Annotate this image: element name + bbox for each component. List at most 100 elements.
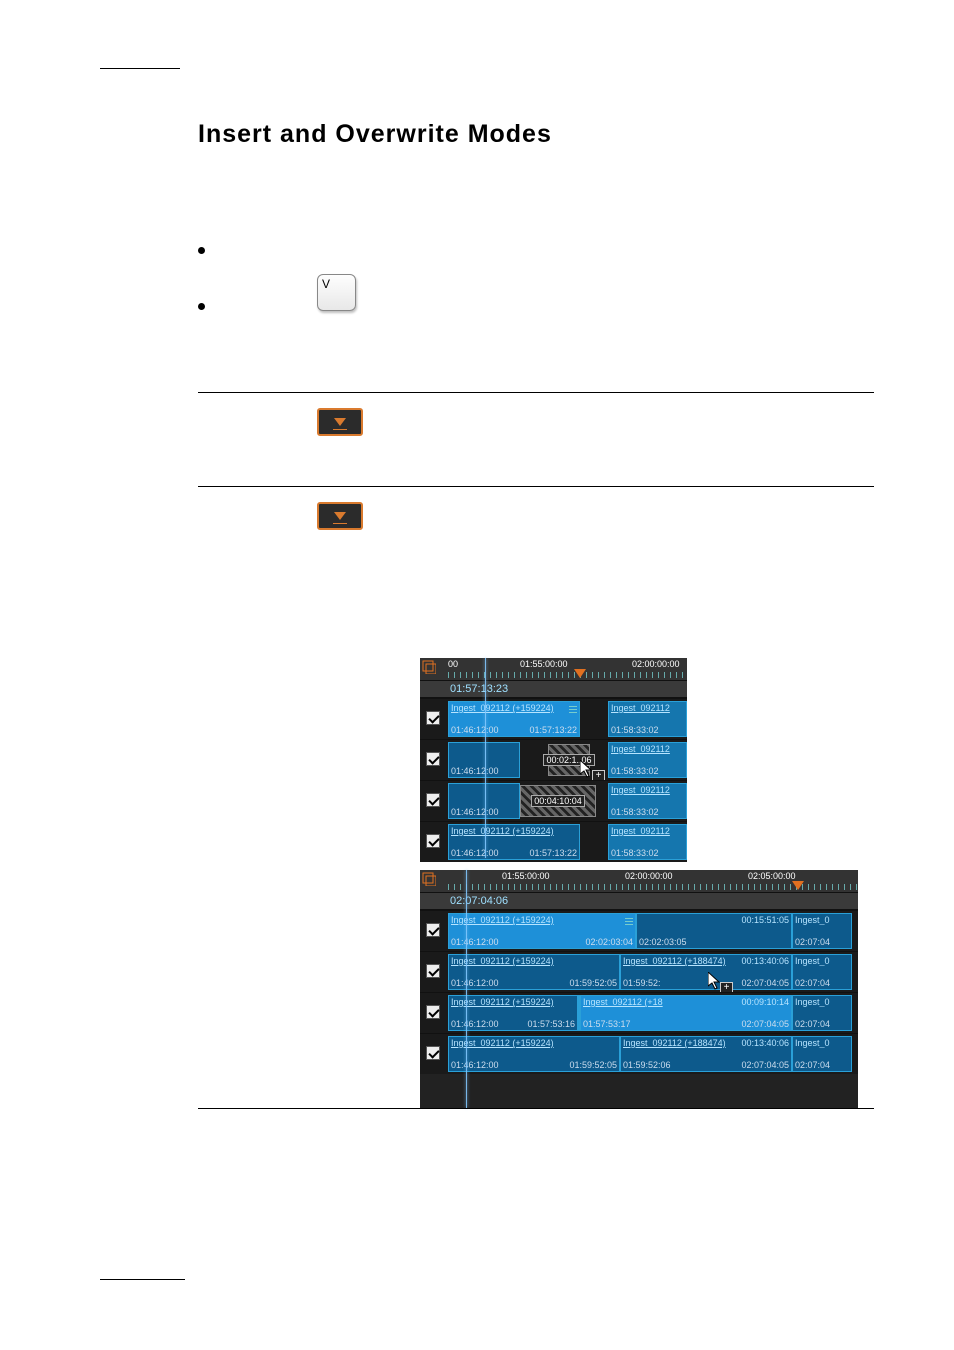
track-enable-checkbox[interactable] — [426, 1046, 440, 1060]
track-enable-checkbox[interactable] — [426, 964, 440, 978]
clip-name: Ingest_0 — [795, 1038, 849, 1048]
clip[interactable]: Ingest_002:07:04 — [792, 954, 852, 990]
clip[interactable]: Ingest_092112 (+188474)00:13:40:0601:59:… — [620, 954, 792, 990]
time-ruler: 01:55:00:00 02:00:00:00 02:05:00:00 — [420, 870, 858, 893]
timeline-track: Ingest_092112 (+159224)01:46:12:0001:57:… — [420, 992, 858, 1033]
clip[interactable]: Ingest_092112 (+159224)01:46:12:0001:59:… — [448, 954, 620, 990]
clip-in-tc: 01:58:33:02 — [611, 807, 659, 817]
clip[interactable]: Ingest_092112 (+159224) 01:46:12:00 01:57:… — [448, 701, 580, 737]
clip-in-tc: 01:59:52: — [623, 978, 661, 988]
clip[interactable]: Ingest_09211201:58:33:02 — [608, 783, 687, 819]
overwrite-mode-icon — [317, 502, 363, 530]
clip[interactable]: 01:46:12:00 — [448, 783, 520, 819]
clip-in-tc: 01:46:12:00 — [451, 1019, 499, 1029]
clip[interactable]: 00:15:51:05 02:02:03:05 — [636, 913, 792, 949]
clip[interactable]: Ingest_092112 (+159224)01:46:12:0001:57:… — [448, 995, 578, 1031]
clip-duration: 00:13:40:06 — [741, 956, 789, 966]
timeline-track: Ingest_092112 (+159224)01:46:12:0001:59:… — [420, 951, 858, 992]
ruler-label: 01:55:00:00 — [520, 659, 568, 669]
clip-in-tc: 01:58:33:02 — [611, 725, 659, 735]
clip[interactable]: Ingest_092112 (+159224)01:46:12:0001:57:… — [448, 824, 580, 860]
clip-duration: 00:13:40:06 — [741, 1038, 789, 1048]
time-ruler: 00 01:55:00:00 02:00:00:00 — [420, 658, 687, 681]
clip-name: Ingest_092112 (+159224) — [451, 956, 617, 966]
clip-grip-icon — [625, 917, 633, 925]
playhead — [485, 658, 486, 858]
clip-name: Ingest_092112 (+159224) — [451, 826, 577, 836]
timeline-track: 01:46:12:00 Ingest_092112 01:58:33:02 00:02… — [420, 739, 687, 780]
clip-out-tc: 02:02:03:04 — [585, 937, 633, 947]
clip[interactable]: Ingest_09211201:58:33:02 — [608, 824, 687, 860]
track-enable-checkbox[interactable] — [426, 1005, 440, 1019]
clip-out-tc: 01:57:53:16 — [527, 1019, 575, 1029]
track-enable-checkbox[interactable] — [426, 711, 440, 725]
timeline-track: 01:46:12:00 Ingest_09211201:58:33:02 00:04… — [420, 780, 687, 821]
clip-name: Ingest_092112 (+159224) — [451, 1038, 617, 1048]
clip-name: Ingest_0 — [795, 915, 849, 925]
clip-out-tc: 01:57:13:22 — [529, 848, 577, 858]
clip-name: Ingest_092112 (+159224) — [451, 703, 577, 713]
clip[interactable]: 01:46:12:00 — [448, 742, 520, 778]
position-marker-icon — [574, 669, 586, 678]
bottom-rule — [100, 1279, 185, 1280]
clip-name: Ingest_0 — [795, 997, 849, 1007]
clip-out-tc: 02:07:04:05 — [741, 1060, 789, 1070]
clip[interactable]: Ingest_092112 (+159224) 01:46:12:00 01:59:… — [448, 1036, 620, 1072]
track-enable-checkbox[interactable] — [426, 834, 440, 848]
clip-out-tc: 01:59:52:05 — [569, 978, 617, 988]
gap-duration: 00:02:1..06 — [543, 754, 594, 766]
clip[interactable]: Ingest_0 02:07:04 — [792, 1036, 852, 1072]
clip-in-tc: 01:58:33:02 — [611, 766, 659, 776]
keyboard-key-v: V — [317, 274, 356, 311]
ruler-label: 00 — [448, 659, 458, 669]
timeline-track: Ingest_092112 (+159224)01:46:12:0002:02:… — [420, 910, 858, 951]
timeline-track: Ingest_092112 (+159224) 01:46:12:00 01:59:… — [420, 1033, 858, 1074]
timeline-track: Ingest_092112 (+159224)01:46:12:0001:57:… — [420, 821, 687, 862]
playhead — [466, 870, 467, 1108]
clip[interactable]: Ingest_09211201:58:33:02 — [608, 701, 687, 737]
ruler-label: 02:00:00:00 — [632, 659, 680, 669]
position-marker-icon — [792, 881, 804, 890]
track-enable-checkbox[interactable] — [426, 752, 440, 766]
clip-out-tc: 01:59:52:05 — [569, 1060, 617, 1070]
clip-in-tc: 01:46:12:00 — [451, 725, 499, 735]
clip-in-tc: 01:46:12:00 — [451, 937, 499, 947]
clip[interactable]: Ingest_002:07:04 — [792, 995, 852, 1031]
clip-in-tc: 01:46:12:00 — [451, 807, 499, 817]
timeline-figure-overwrite: 00 01:55:00:00 02:00:00:00 01:57:13:23 I… — [420, 658, 687, 858]
gap-duration: 00:04:10:04 — [531, 795, 585, 807]
gap-clip[interactable]: 00:04:10:04 — [520, 785, 596, 817]
ruler-label: 02:05:00:00 — [748, 871, 796, 881]
ruler-label: 01:55:00:00 — [502, 871, 550, 881]
clip[interactable]: Ingest_0 02:07:04 — [792, 913, 852, 949]
gap-clip[interactable]: 00:02:1..06 — [548, 744, 590, 776]
clip-in-tc: 01:59:52:06 — [623, 1060, 671, 1070]
clip-in-tc: 01:57:53:17 — [583, 1019, 631, 1029]
clip[interactable]: Ingest_092112 (+159224)01:46:12:0002:02:… — [448, 913, 636, 949]
clip-grip-icon — [569, 705, 577, 713]
clip-in-tc: 01:46:12:00 — [451, 766, 499, 776]
clip-in-tc: 01:58:33:02 — [611, 848, 659, 858]
clip-in-tc: 02:02:03:05 — [639, 937, 687, 947]
clip[interactable]: Ingest_092112 (+1800:09:10:1401:57:53:17… — [580, 995, 792, 1031]
triangle-down-icon — [334, 512, 346, 520]
triangle-down-icon — [334, 418, 346, 426]
bullet — [198, 303, 205, 310]
track-enable-checkbox[interactable] — [426, 923, 440, 937]
clip-in-tc: 02:07:04 — [795, 937, 830, 947]
clip-in-tc: 02:07:04 — [795, 1060, 830, 1070]
clip-name: Ingest_092112 — [611, 744, 684, 754]
corner-icon — [422, 660, 436, 674]
clip-in-tc: 01:46:12:00 — [451, 1060, 499, 1070]
timecode-display: 01:57:13:23 — [420, 681, 687, 698]
clip-out-tc: 01:57:13:22 — [529, 725, 577, 735]
section-heading: Insert and Overwrite Modes — [198, 120, 552, 149]
clip[interactable]: Ingest_092112 (+188474)00:13:40:0601:59:… — [620, 1036, 792, 1072]
clip-duration: 00:15:51:05 — [741, 915, 789, 925]
ruler-label: 02:00:00:00 — [625, 871, 673, 881]
baseline — [333, 523, 347, 524]
clip-in-tc: 02:07:04 — [795, 978, 830, 988]
clip[interactable]: Ingest_092112 01:58:33:02 — [608, 742, 687, 778]
track-enable-checkbox[interactable] — [426, 793, 440, 807]
baseline — [333, 429, 347, 430]
